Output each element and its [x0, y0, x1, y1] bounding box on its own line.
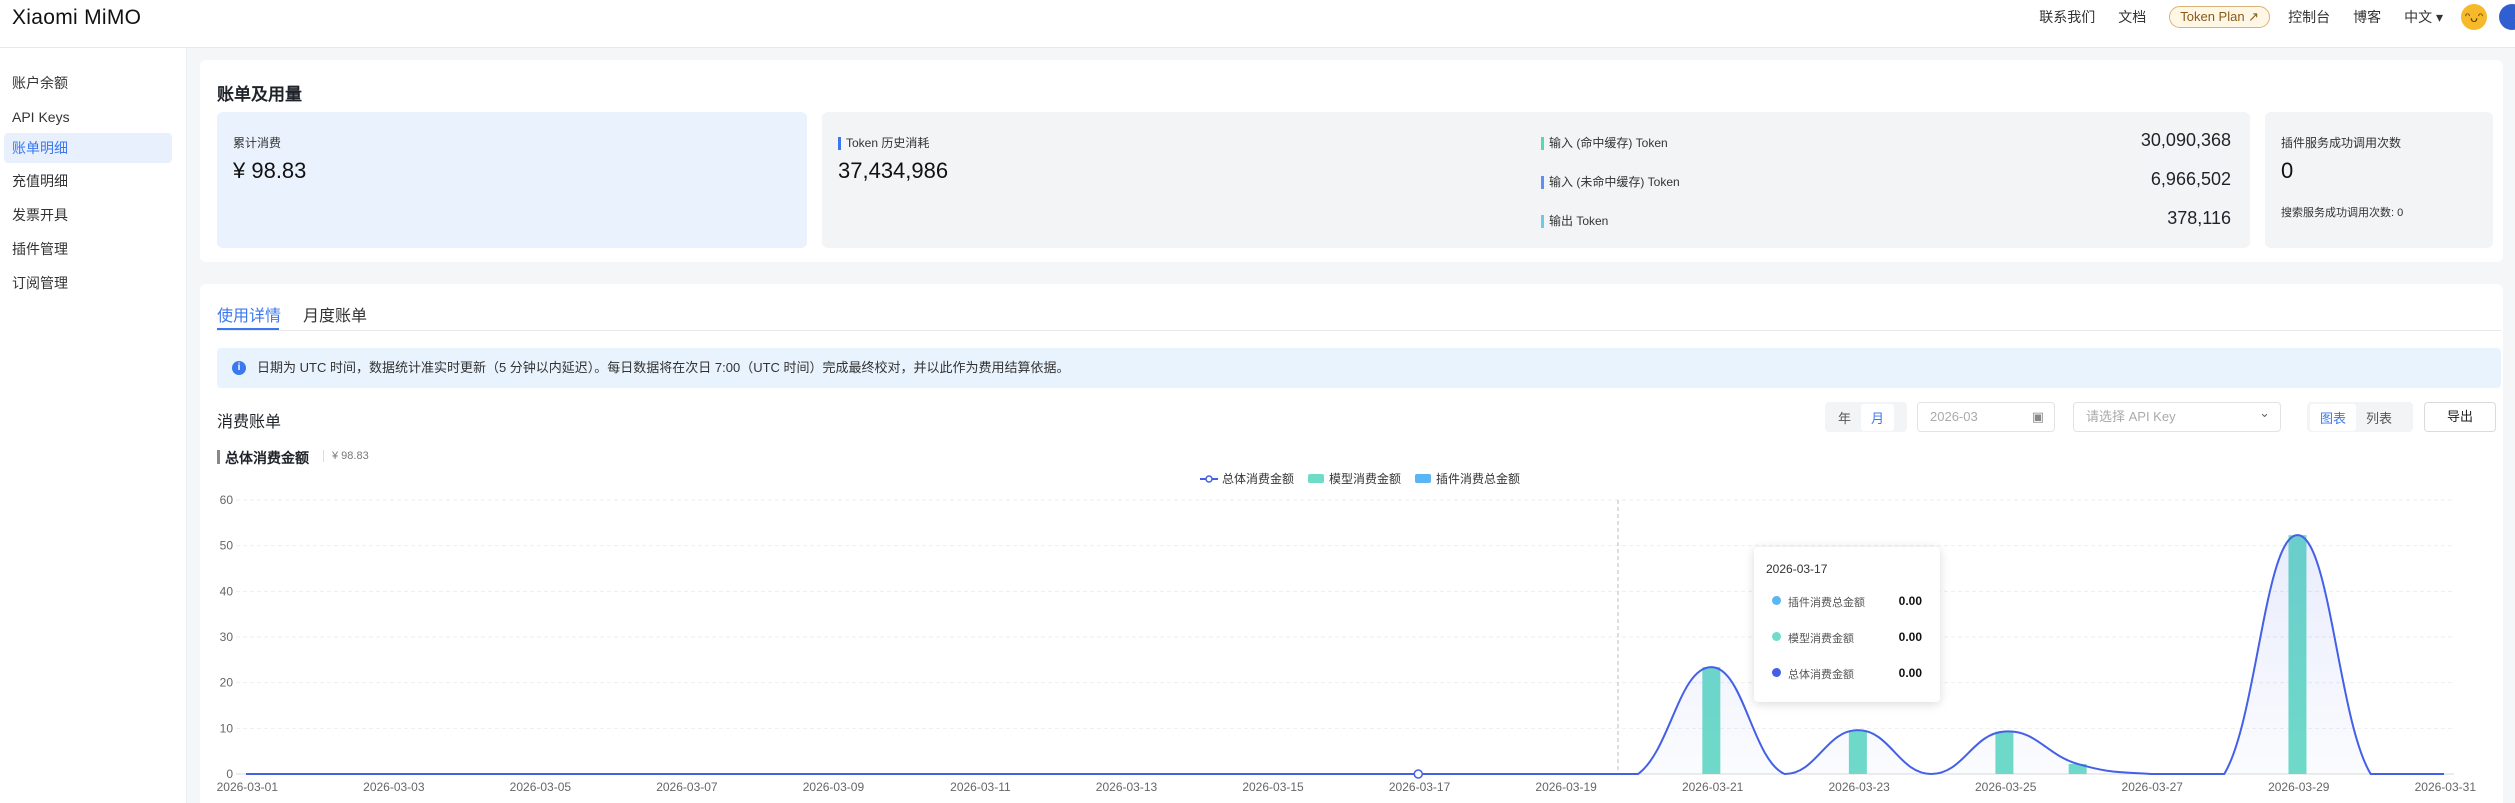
logo[interactable]: Xiaomi MiMO — [12, 6, 141, 30]
notice-text: 日期为 UTC 时间，数据统计准实时更新（5 分钟以内延迟）。每日数据将在次日 … — [257, 360, 1070, 375]
export-button[interactable]: 导出 — [2424, 402, 2496, 432]
nav-blog[interactable]: 博客 — [2353, 7, 2381, 27]
dot-icon — [1772, 668, 1781, 677]
total-spend-box: 累计消费 ¥ 98.83 — [217, 112, 807, 248]
total-spend-label: 累计消费 — [233, 136, 282, 150]
tooltip-name: 插件消费总金额 — [1788, 597, 1865, 609]
mascot-icon[interactable]: ᵔᴗᵔ — [2461, 4, 2487, 30]
tooltip-value: 0.00 — [1898, 594, 1922, 608]
legend-label: 模型消费金额 — [1329, 472, 1402, 486]
token-row-label: 输入 (未命中缓存) Token — [1549, 175, 1680, 189]
plugin-calls-value: 0 — [2281, 158, 2294, 183]
date-picker[interactable]: 2026-03 ▣ — [1917, 402, 2055, 432]
overview-card: 账单及用量 累计消费 ¥ 98.83 Token 历史消耗 37,434,986… — [200, 60, 2503, 262]
top-bar: Xiaomi MiMO 联系我们 文档 Token Plan ↗ 控制台 博客 … — [0, 0, 2515, 48]
tooltip-row-plugin: 插件消费总金额 0.00 — [1772, 594, 1922, 609]
chart-title: 总体消费金额 — [217, 448, 309, 468]
sidebar-item-api-keys[interactable]: API Keys — [4, 102, 172, 132]
legend-plugin[interactable]: 插件消费总金额 — [1415, 470, 1520, 487]
view-toggle: 图表 列表 — [2307, 402, 2413, 432]
tooltip-value: 0.00 — [1898, 630, 1922, 644]
token-history-label-text: Token 历史消耗 — [846, 136, 930, 150]
token-history-value: 37,434,986 — [838, 158, 949, 183]
nav-console[interactable]: 控制台 — [2288, 7, 2330, 27]
tooltip-name: 总体消费金额 — [1788, 669, 1854, 681]
section-title: 消费账单 — [217, 414, 282, 431]
swatch-icon — [1415, 474, 1432, 483]
token-history-label: Token 历史消耗 — [838, 134, 929, 151]
token-row-value: 6,966,502 — [2150, 169, 2231, 189]
plugin-usage-box: 插件服务成功调用次数 0 搜索服务成功调用次数: 0 — [2265, 112, 2493, 248]
label-marker — [838, 137, 841, 151]
tooltip-row-total: 总体消费金额 0.00 — [1772, 666, 1922, 681]
sidebar-item-billing[interactable]: 账单明细 — [4, 133, 172, 163]
label-marker — [1541, 215, 1544, 229]
token-row-value: 30,090,368 — [2140, 130, 2231, 150]
token-row-value: 378,116 — [2167, 208, 2231, 228]
label-marker — [1541, 176, 1544, 190]
usage-card: 使用详情 月度账单 i 日期为 UTC 时间，数据统计准实时更新（5 分钟以内延… — [200, 284, 2503, 803]
calendar-icon: ▣ — [2031, 409, 2044, 424]
chart-tooltip: 2026-03-17 插件消费总金额 0.00 模型消费金额 0.00 总体消费… — [1754, 547, 1940, 702]
tooltip-name: 模型消费金额 — [1788, 633, 1854, 645]
token-row-label: 输入 (命中缓存) Token — [1549, 136, 1668, 150]
chart-legend: 总体消费金额 模型消费金额 插件消费总金额 — [1200, 470, 1534, 487]
overview-title: 账单及用量 — [217, 85, 302, 104]
token-usage-box: Token 历史消耗 37,434,986 输入 (命中缓存) Token 30… — [822, 112, 2250, 248]
tab-usage-details[interactable]: 使用详情 — [217, 302, 281, 326]
date-value: 2026-03 — [1930, 409, 1978, 424]
api-key-select[interactable]: 请选择 API Key ⌄ — [2073, 402, 2281, 432]
token-row-cache-miss: 输入 (未命中缓存) Token 6,966,502 — [1541, 169, 2231, 191]
sidebar: 账户余额 API Keys 账单明细 充值明细 发票开具 插件管理 订阅管理 — [0, 48, 187, 803]
token-row-cache-hit: 输入 (命中缓存) Token 30,090,368 — [1541, 130, 2231, 152]
view-list[interactable]: 列表 — [2356, 404, 2402, 431]
tab-monthly-bill[interactable]: 月度账单 — [303, 302, 367, 326]
sidebar-item-balance[interactable]: 账户余额 — [4, 68, 172, 98]
chart-total: ¥ 98.83 — [323, 450, 369, 462]
legend-label: 总体消费金额 — [1222, 472, 1295, 486]
info-icon: i — [232, 361, 246, 375]
period-year[interactable]: 年 — [1828, 404, 1861, 431]
sidebar-item-recharge[interactable]: 充值明细 — [4, 166, 172, 196]
sidebar-item-subscriptions[interactable]: 订阅管理 — [4, 268, 172, 298]
legend-label: 插件消费总金额 — [1436, 472, 1521, 486]
language-select[interactable]: 中文 ▾ — [2404, 7, 2443, 27]
token-row-output: 输出 Token 378,116 — [1541, 208, 2231, 230]
search-calls-label: 搜索服务成功调用次数: 0 — [2281, 207, 2404, 219]
nav-contact[interactable]: 联系我们 — [2039, 7, 2095, 27]
line-marker-icon — [1200, 474, 1218, 483]
view-chart[interactable]: 图表 — [2310, 403, 2357, 431]
notice-banner: i 日期为 UTC 时间，数据统计准实时更新（5 分钟以内延迟）。每日数据将在次… — [217, 348, 2501, 388]
tooltip-date: 2026-03-17 — [1766, 562, 1828, 576]
tooltip-row-model: 模型消费金额 0.00 — [1772, 630, 1922, 645]
avatar[interactable]: 8 — [2499, 4, 2515, 30]
dot-icon — [1772, 596, 1781, 605]
chevron-down-icon: ⌄ — [2259, 405, 2270, 420]
legend-model[interactable]: 模型消费金额 — [1308, 470, 1401, 487]
total-spend-value: ¥ 98.83 — [233, 158, 307, 183]
sidebar-item-plugins[interactable]: 插件管理 — [4, 234, 172, 264]
dot-icon — [1772, 632, 1781, 641]
token-row-label: 输出 Token — [1549, 214, 1609, 228]
tab-divider — [217, 330, 2501, 331]
period-month[interactable]: 月 — [1861, 403, 1895, 431]
tab-underline — [217, 328, 279, 330]
api-key-placeholder: 请选择 API Key — [2086, 409, 2176, 424]
swatch-icon — [1308, 474, 1325, 483]
sidebar-item-invoice[interactable]: 发票开具 — [4, 200, 172, 230]
top-nav: 联系我们 文档 Token Plan ↗ 控制台 博客 中文 ▾ ᵔᴗᵔ 8 — [2039, 0, 2515, 34]
nav-docs[interactable]: 文档 — [2118, 7, 2146, 27]
plugin-calls-label: 插件服务成功调用次数 — [2281, 136, 2402, 150]
legend-total[interactable]: 总体消费金额 — [1200, 470, 1294, 487]
period-toggle: 年 月 — [1825, 402, 1907, 432]
label-marker — [1541, 137, 1544, 151]
tooltip-value: 0.00 — [1898, 666, 1922, 680]
token-plan-button[interactable]: Token Plan ↗ — [2169, 6, 2271, 28]
